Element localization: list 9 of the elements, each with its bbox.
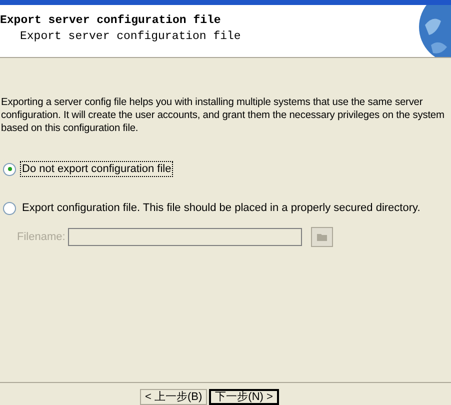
- radio-option[interactable]: Do not export configuration file: [3, 162, 447, 176]
- description-text: Exporting a server config file helps you with installing multiple systems that use the same server configuration. It will create the user accounts, and grant them the necessary privileges on the system based on this configuration file.: [1, 96, 446, 135]
- header-subtitle: Export server configuration file: [20, 30, 241, 43]
- next-button[interactable]: 下一步(N) >: [209, 389, 279, 405]
- folder-icon: [317, 233, 328, 241]
- radio-option[interactable]: Export configuration file. This file should be placed in a properly secured directory.: [3, 201, 447, 215]
- back-button[interactable]: < 上一步(B): [140, 389, 208, 405]
- header-title: Export server configuration file: [0, 14, 222, 27]
- filename-label: Filename:: [17, 231, 66, 243]
